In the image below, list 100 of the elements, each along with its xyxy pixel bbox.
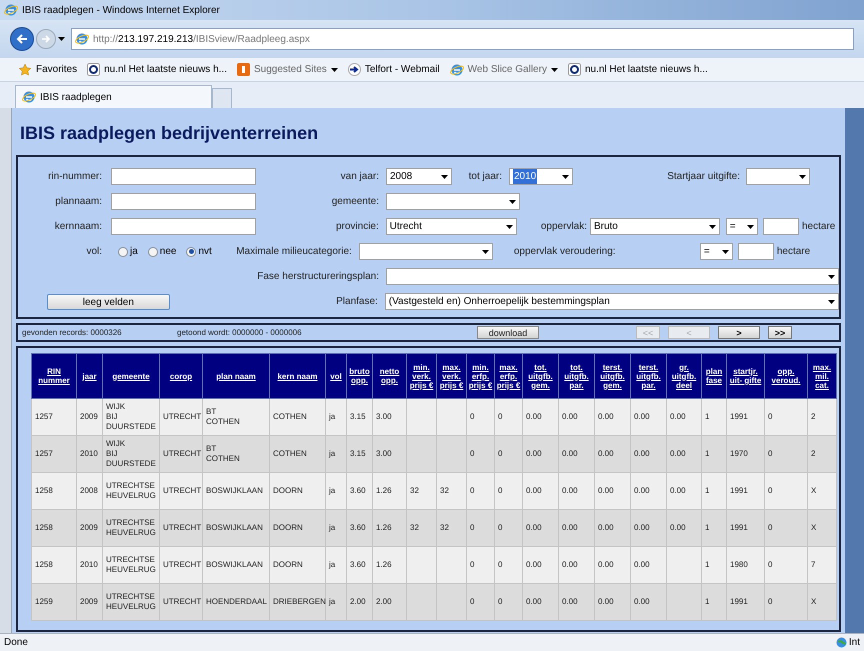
column-header[interactable]: RIN nummer — [32, 354, 76, 398]
records-shown: getoond wordt: 0000000 - 0000006 — [177, 326, 303, 338]
column-header[interactable]: max. erfp. prijs € — [494, 354, 522, 398]
herstructurering-select[interactable] — [386, 268, 839, 285]
radio-option[interactable]: nee — [148, 244, 176, 259]
table-cell: ja — [326, 584, 346, 620]
column-header[interactable]: min. verk. prijs € — [406, 354, 436, 398]
pager-button[interactable]: >> — [768, 326, 792, 339]
caret-icon — [550, 68, 558, 72]
van-jaar-select[interactable]: 2008 — [386, 168, 452, 185]
startjaar-select[interactable] — [746, 168, 810, 185]
column-header[interactable]: tot. uitgfb. gem. — [522, 354, 558, 398]
caret-icon — [708, 224, 716, 228]
field-label: provincie: — [334, 220, 379, 234]
caret-icon — [747, 224, 754, 228]
favorites-item[interactable]: Favorites — [18, 62, 78, 77]
column-header[interactable]: netto opp. — [372, 354, 406, 398]
favorites-item[interactable]: nu.nl Het laatste nieuws h... — [568, 62, 708, 77]
pager-button[interactable]: > — [718, 326, 760, 339]
caret-icon — [828, 274, 835, 278]
column-header[interactable]: gr. uitgfb. deel — [666, 354, 702, 398]
favorites-item[interactable]: Telfort - Webmail — [348, 62, 440, 77]
table-cell: 1 — [702, 584, 726, 620]
new-tab-button[interactable] — [212, 88, 232, 108]
field-label: rin-nummer: — [47, 170, 102, 184]
table-cell: 0.00 — [630, 584, 666, 620]
column-header[interactable]: opp. veroud. — [764, 354, 808, 398]
radio-button[interactable] — [186, 246, 196, 256]
browser-tab[interactable]: IBIS raadplegen — [15, 85, 212, 108]
page-icon — [75, 32, 89, 46]
tot-jaar-select[interactable]: 2010 — [509, 168, 573, 185]
browser-icon — [4, 3, 18, 17]
field-label: vol: — [85, 245, 102, 259]
table-cell: 0 — [494, 584, 522, 620]
caret-icon — [441, 174, 448, 178]
table-cell: 0 — [764, 584, 808, 620]
hectare-field[interactable] — [763, 218, 799, 235]
caret-icon — [722, 250, 729, 254]
table-cell: HOENDERDAAL — [202, 584, 270, 620]
column-header[interactable]: bruto opp. — [346, 354, 372, 398]
field-label: Planfase: — [335, 295, 378, 309]
column-header[interactable]: kern naam — [270, 354, 326, 398]
field-label: kernnaam: — [54, 220, 102, 234]
column-header[interactable]: tot. uitgfb. par. — [558, 354, 594, 398]
back-button[interactable] — [10, 27, 34, 51]
kernnaam-field[interactable] — [110, 218, 256, 235]
operator-select[interactable]: = — [726, 218, 758, 235]
column-header[interactable]: jaar — [76, 354, 102, 398]
column-header[interactable]: min. erfp. prijs € — [466, 354, 494, 398]
address-bar[interactable]: http://213.197.219.213/IBISview/Raadpleeg.aspx — [71, 28, 854, 50]
favorites-item[interactable]: Web Slice Gallery — [450, 62, 558, 77]
field-label: plannaam: — [54, 195, 102, 209]
radio-option[interactable]: nvt — [186, 244, 212, 259]
planfase-select[interactable]: (Vastgesteld en) Onherroepelijk bestemmingsplan — [384, 293, 839, 310]
address-text: http://213.197.219.213/IBISview/Raadpleeg.aspx — [93, 32, 310, 46]
column-header[interactable]: max. verk. prijs € — [436, 354, 466, 398]
radio-button[interactable] — [118, 246, 128, 256]
gemeente-select[interactable] — [386, 193, 520, 210]
column-header[interactable]: startjr. uit- gifte — [726, 354, 764, 398]
table-cell: 0.00 — [558, 584, 594, 620]
column-header[interactable]: terst. uitgfb. par. — [630, 354, 666, 398]
field-label: oppervlak: — [540, 220, 588, 234]
favorites-item[interactable]: Suggested Sites — [236, 62, 338, 77]
table-cell: DRIEBERGEN — [270, 584, 326, 620]
field-label: gemeente: — [330, 195, 379, 209]
column-header[interactable]: vol — [326, 354, 346, 398]
provincie-select[interactable]: Utrecht — [386, 218, 517, 235]
caret-icon — [562, 174, 569, 178]
table-cell: 0 — [466, 584, 494, 620]
table-cell: 2.00 — [372, 584, 406, 620]
field-label: hectare — [776, 245, 812, 259]
rin-nummer-field[interactable] — [111, 168, 256, 185]
column-header[interactable]: plan naam — [202, 354, 270, 398]
field-label: van jaar: — [340, 170, 379, 184]
column-header[interactable]: plan fase — [702, 354, 726, 398]
column-header[interactable]: gemeente — [102, 354, 160, 398]
column-header[interactable]: max. mil. cat. — [808, 354, 836, 398]
table-cell: 1991 — [726, 584, 764, 620]
milieucategorie-select[interactable] — [358, 243, 493, 260]
forward-arrow-icon — [41, 35, 51, 43]
download-button[interactable]: download — [477, 326, 539, 339]
table-cell: UTRECHT — [160, 584, 202, 620]
table-cell: 0.00 — [522, 584, 558, 620]
records-found: gevonden records: 0000326 — [22, 326, 123, 338]
table-cell: X — [808, 584, 836, 620]
radio-option[interactable]: ja — [118, 244, 138, 259]
star-icon — [18, 62, 32, 76]
column-header[interactable]: terst. uitgfb. gem. — [594, 354, 630, 398]
status-text: Done — [4, 636, 28, 650]
hectare-field[interactable] — [738, 243, 774, 260]
oppervlak-select[interactable]: Bruto — [590, 218, 720, 235]
table-cell — [406, 584, 436, 620]
operator-select[interactable]: = — [700, 243, 733, 260]
radio-button[interactable] — [148, 246, 158, 256]
clear-fields-button[interactable]: leeg velden — [46, 294, 170, 310]
favorites-item[interactable]: nu.nl Het laatste nieuws h... — [87, 62, 227, 77]
caret-icon — [482, 250, 489, 254]
plannaam-field[interactable] — [111, 193, 256, 210]
caret-icon — [506, 224, 513, 228]
column-header[interactable]: corop — [160, 354, 202, 398]
